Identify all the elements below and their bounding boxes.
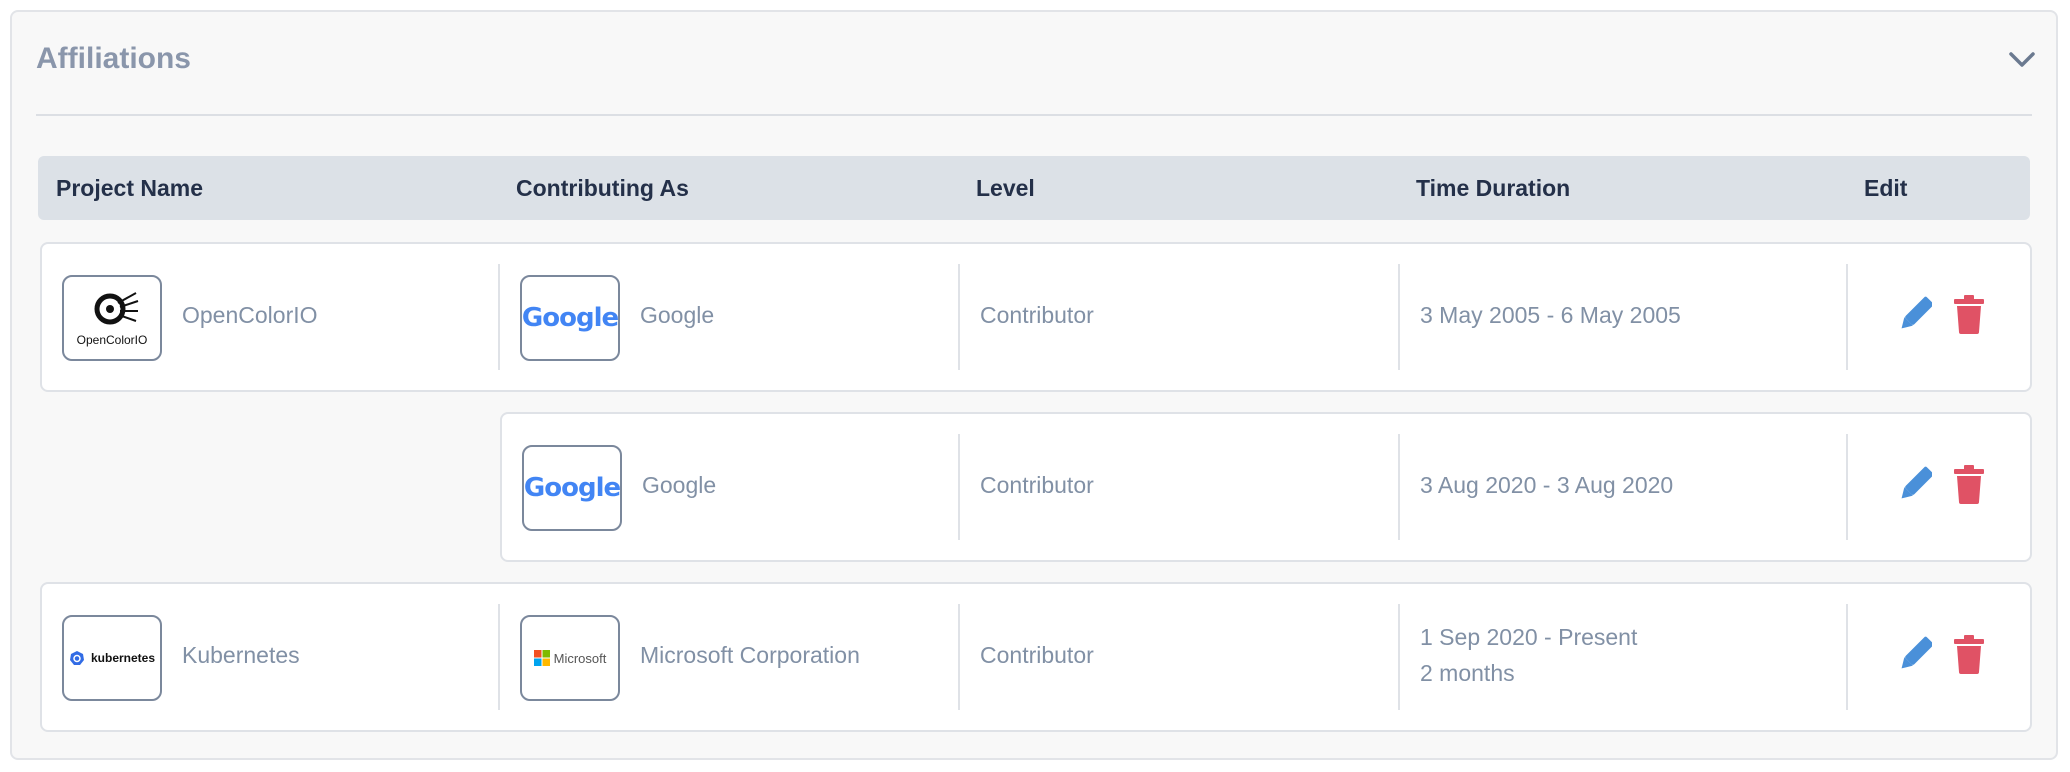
microsoft-wordmark: Microsoft — [553, 650, 607, 666]
level: Contributor — [980, 302, 1094, 328]
title-divider — [36, 114, 2032, 116]
level: Contributor — [980, 642, 1094, 668]
cell-divider — [498, 604, 500, 710]
org-logo-microsoft: Microsoft — [520, 615, 620, 701]
cell-divider — [1398, 434, 1400, 540]
project-logo-opencolorio: OpenColorIO — [62, 275, 162, 361]
kubernetes-wordmark: kubernetes — [90, 651, 156, 665]
cell-divider — [1846, 264, 1848, 370]
panel-title: Affiliations — [36, 42, 191, 75]
header-contributing-as: Contributing As — [516, 175, 689, 201]
org-name: Google — [642, 472, 717, 498]
project-name: Kubernetes — [182, 642, 300, 668]
table-row: OpenColorIO OpenColorIO Google Google Co… — [40, 242, 2032, 392]
cell-divider — [958, 264, 960, 370]
cell-divider — [1398, 264, 1400, 370]
time-duration: 3 May 2005 - 6 May 2005 — [1420, 302, 1681, 328]
trash-icon[interactable] — [1954, 634, 1984, 674]
org-name: Google — [640, 302, 715, 328]
pencil-icon[interactable] — [1898, 296, 1932, 334]
level: Contributor — [980, 472, 1094, 498]
project-logo-kubernetes: kubernetes — [62, 615, 162, 701]
time-duration-length: 2 months — [1420, 660, 1515, 686]
trash-icon[interactable] — [1954, 464, 1984, 504]
header-edit: Edit — [1864, 175, 1908, 201]
chevron-down-icon[interactable] — [2008, 50, 2036, 70]
cell-divider — [1846, 604, 1848, 710]
cell-divider — [498, 264, 500, 370]
org-logo-google: Google — [522, 445, 622, 531]
cell-divider — [1398, 604, 1400, 710]
header-project-name: Project Name — [56, 175, 204, 201]
time-duration: 3 Aug 2020 - 3 Aug 2020 — [1420, 472, 1674, 498]
org-name: Microsoft Corporation — [640, 642, 860, 668]
table-row: kubernetes Kubernetes Microsoft Microsof… — [40, 582, 2032, 732]
project-logo-text: OpenColorIO — [76, 333, 148, 347]
table-row: Google Google Contributor 3 Aug 2020 - 3… — [500, 412, 2032, 562]
cell-divider — [958, 604, 960, 710]
header-level: Level — [976, 175, 1035, 201]
cell-divider — [1846, 434, 1848, 540]
header-time-duration: Time Duration — [1416, 175, 1571, 201]
org-logo-google: Google — [520, 275, 620, 361]
kubernetes-wheel-icon — [69, 651, 84, 665]
project-name: OpenColorIO — [182, 302, 318, 328]
table-header: Project Name Contributing As Level Time … — [38, 156, 2030, 220]
time-duration: 1 Sep 2020 - Present — [1420, 624, 1638, 650]
trash-icon[interactable] — [1954, 294, 1984, 334]
pencil-icon[interactable] — [1898, 636, 1932, 674]
microsoft-squares-icon — [533, 650, 550, 666]
google-wordmark: Google — [523, 473, 621, 503]
google-wordmark: Google — [521, 303, 619, 333]
pencil-icon[interactable] — [1898, 466, 1932, 504]
cell-divider — [958, 434, 960, 540]
affiliations-panel: Affiliations Project Name Contributing A… — [10, 10, 2058, 760]
